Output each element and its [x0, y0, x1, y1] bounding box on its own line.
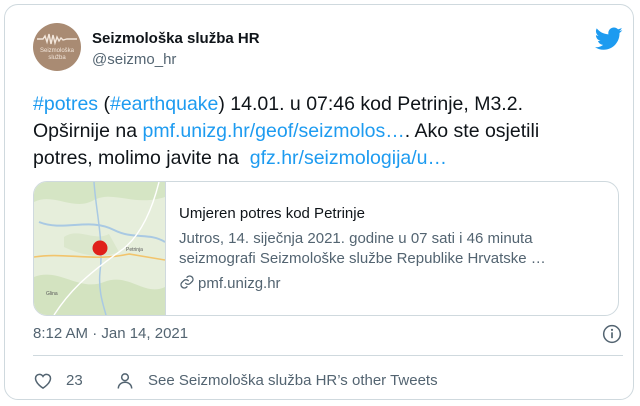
- link-card-description-line1: Jutros, 14. siječnja 2021. godine u 07 s…: [179, 230, 533, 247]
- tweet-text-segment: potres, molimo javite na: [33, 147, 250, 169]
- tweet-text: #potres (#earthquake) 14.01. u 07:46 kod…: [33, 91, 623, 172]
- like-count[interactable]: 23: [66, 372, 83, 389]
- heart-icon[interactable]: [33, 371, 53, 391]
- epicenter-marker: [92, 240, 108, 256]
- link-card-description: Jutros, 14. siječnja 2021. godine u 07 s…: [179, 229, 609, 269]
- divider: [33, 355, 623, 356]
- display-name[interactable]: Seizmološka služba HR: [92, 30, 260, 47]
- avatar[interactable]: Seizmološka služba: [33, 23, 81, 71]
- link-icon: [180, 275, 194, 289]
- tweet-text-segment: Opširnije na: [33, 120, 143, 142]
- info-icon[interactable]: [602, 324, 622, 344]
- user-handle[interactable]: @seizmo_hr: [92, 51, 176, 68]
- seismogram-logo-icon: [37, 33, 77, 46]
- tweet-link-gfz[interactable]: gfz.hr/seizmologija/u…: [250, 147, 447, 169]
- map-label-petrinja: Petrinja: [126, 247, 143, 253]
- hashtag-earthquake[interactable]: #earthquake: [110, 93, 218, 115]
- person-icon[interactable]: [115, 371, 135, 391]
- avatar-text-line2: služba: [48, 55, 66, 61]
- map-label-glina: Glina: [46, 291, 58, 297]
- tweet-link-pmf[interactable]: pmf.unizg.hr/geof/seizmolos…: [142, 120, 404, 142]
- tweet-text-line2: Opširnije na pmf.unizg.hr/geof/seizmolos…: [33, 118, 623, 145]
- embedded-tweet: Seizmološka služba Seizmološka služba HR…: [4, 4, 634, 400]
- link-card-title: Umjeren potres kod Petrinje: [179, 205, 365, 222]
- link-card-url: pmf.unizg.hr: [179, 274, 281, 292]
- paren-open: (: [98, 93, 110, 115]
- link-preview-card[interactable]: Petrinja Glina Umjeren potres kod Petrin…: [33, 181, 619, 316]
- link-card-url-text: pmf.unizg.hr: [198, 275, 281, 292]
- tweet-text-segment: . Ako ste osjetili: [404, 120, 540, 142]
- avatar-text-line1: Seizmološka: [39, 48, 74, 54]
- link-card-description-line2: seizmografi Seizmološke službe Republike…: [179, 250, 546, 267]
- tweet-timestamp[interactable]: 8:12 AM · Jan 14, 2021: [33, 325, 188, 342]
- twitter-bird-icon[interactable]: [595, 27, 623, 51]
- tweet-text-line3: potres, molimo javite na gfz.hr/seizmolo…: [33, 145, 623, 172]
- map-thumbnail: Petrinja Glina: [34, 182, 166, 315]
- see-other-tweets-link[interactable]: See Seizmološka služba HR’s other Tweets: [148, 372, 438, 389]
- tweet-text-segment: ) 14.01. u 07:46 kod Petrinje, M3.2.: [218, 93, 523, 115]
- hashtag-potres[interactable]: #potres: [33, 93, 98, 115]
- tweet-text-line1: #potres (#earthquake) 14.01. u 07:46 kod…: [33, 91, 623, 118]
